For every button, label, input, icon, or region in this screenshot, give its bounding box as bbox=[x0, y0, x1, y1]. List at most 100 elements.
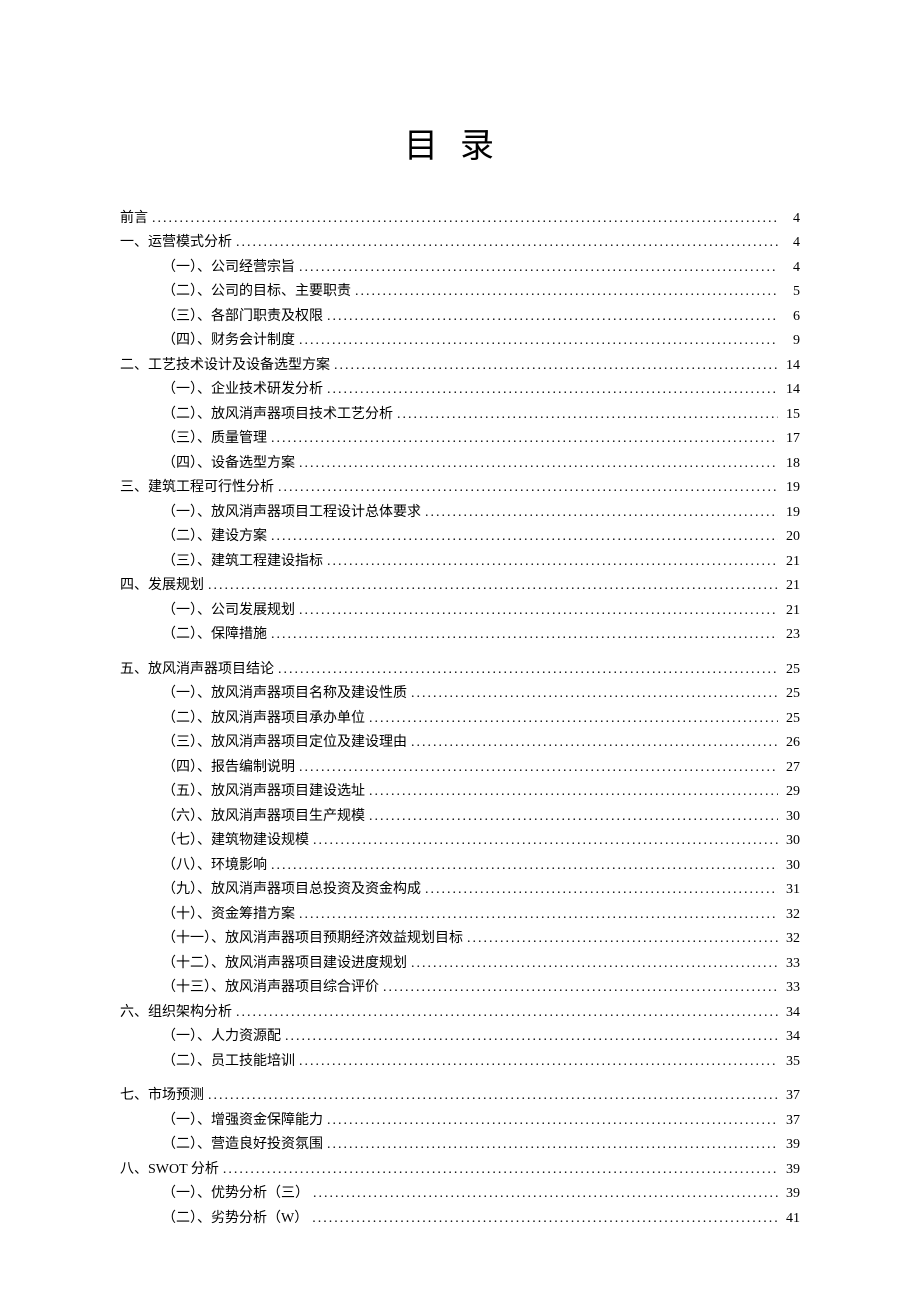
toc-entry[interactable]: （一）、优势分析（三）39 bbox=[120, 1182, 800, 1207]
toc-entry[interactable]: （一）、人力资源配34 bbox=[120, 1025, 800, 1050]
toc-entry[interactable]: （四）、财务会计制度9 bbox=[120, 329, 800, 354]
toc-entry-page: 29 bbox=[782, 780, 800, 805]
toc-entry-leader bbox=[271, 854, 778, 879]
toc-entry[interactable]: （七）、建筑物建设规模30 bbox=[120, 829, 800, 854]
toc-entry[interactable]: （四）、设备选型方案18 bbox=[120, 452, 800, 477]
toc-entry-leader bbox=[327, 378, 778, 403]
toc-entry[interactable]: （十）、资金筹措方案32 bbox=[120, 903, 800, 928]
toc-entry-label: （二）、公司的目标、主要职责 bbox=[162, 280, 351, 305]
toc-entry[interactable]: 六、组织架构分析34 bbox=[120, 1001, 800, 1026]
toc-entry[interactable]: （三）、各部门职责及权限6 bbox=[120, 305, 800, 330]
toc-entry-page: 20 bbox=[782, 525, 800, 550]
toc-entry-label: （二）、建设方案 bbox=[162, 525, 267, 550]
toc-entry[interactable]: 八、SWOT 分析39 bbox=[120, 1158, 800, 1183]
toc-entry-leader bbox=[208, 574, 778, 599]
toc-entry[interactable]: （五）、放风消声器项目建设选址29 bbox=[120, 780, 800, 805]
toc-entry[interactable]: （二）、营造良好投资氛围39 bbox=[120, 1133, 800, 1158]
toc-entry-leader bbox=[271, 427, 778, 452]
toc-entry[interactable]: （九）、放风消声器项目总投资及资金构成31 bbox=[120, 878, 800, 903]
toc-entry-page: 37 bbox=[782, 1109, 800, 1134]
toc-entry[interactable]: （二）、建设方案 20 bbox=[120, 525, 800, 550]
toc-entry[interactable]: （二）、放风消声器项目技术工艺分析 15 bbox=[120, 403, 800, 428]
toc-entry-label: 二、工艺技术设计及设备选型方案 bbox=[120, 354, 330, 379]
toc-entry-leader bbox=[236, 1001, 778, 1026]
toc-entry[interactable]: （一）、放风消声器项目名称及建设性质25 bbox=[120, 682, 800, 707]
toc-entry-page: 41 bbox=[782, 1207, 800, 1232]
toc-entry-leader bbox=[299, 256, 778, 281]
toc-entry[interactable]: 三、建筑工程可行性分析19 bbox=[120, 476, 800, 501]
toc-entry-leader bbox=[355, 280, 778, 305]
toc-entry-leader bbox=[313, 1182, 778, 1207]
table-of-contents: 前言4一、运营模式分析4（一）、公司经营宗旨4（二）、公司的目标、主要职责5（三… bbox=[120, 207, 800, 1232]
toc-entry-page: 30 bbox=[782, 854, 800, 879]
toc-entry-leader bbox=[397, 403, 778, 428]
page-title: 目录 bbox=[120, 118, 800, 167]
toc-entry-leader bbox=[299, 452, 778, 477]
toc-entry[interactable]: （十二）、放风消声器项目建设进度规划33 bbox=[120, 952, 800, 977]
toc-spacer bbox=[120, 648, 800, 658]
toc-entry-label: 一、运营模式分析 bbox=[120, 231, 232, 256]
toc-entry-label: 八、SWOT 分析 bbox=[120, 1158, 219, 1183]
toc-entry-page: 33 bbox=[782, 976, 800, 1001]
toc-entry[interactable]: （三）、建筑工程建设指标 21 bbox=[120, 550, 800, 575]
toc-entry[interactable]: （二）、劣势分析（W）41 bbox=[120, 1207, 800, 1232]
toc-entry-leader bbox=[411, 682, 778, 707]
toc-entry[interactable]: 二、工艺技术设计及设备选型方案 14 bbox=[120, 354, 800, 379]
toc-entry[interactable]: （一）、公司经营宗旨4 bbox=[120, 256, 800, 281]
toc-entry-leader bbox=[278, 476, 778, 501]
toc-entry-leader bbox=[467, 927, 778, 952]
toc-entry-leader bbox=[299, 599, 778, 624]
toc-entry-leader bbox=[271, 525, 778, 550]
toc-entry[interactable]: 前言4 bbox=[120, 207, 800, 232]
toc-entry-label: （十二）、放风消声器项目建设进度规划 bbox=[162, 952, 407, 977]
toc-entry[interactable]: （十三）、放风消声器项目综合评价33 bbox=[120, 976, 800, 1001]
toc-entry[interactable]: （十一）、放风消声器项目预期经济效益规划目标32 bbox=[120, 927, 800, 952]
toc-entry[interactable]: （一）、公司发展规划 21 bbox=[120, 599, 800, 624]
toc-entry[interactable]: 四、发展规划21 bbox=[120, 574, 800, 599]
toc-entry[interactable]: （一）、企业技术研发分析14 bbox=[120, 378, 800, 403]
toc-entry-label: （三）、建筑工程建设指标 bbox=[162, 550, 323, 575]
toc-entry-label: （一）、增强资金保障能力 bbox=[162, 1109, 323, 1134]
toc-entry-page: 15 bbox=[782, 403, 800, 428]
toc-entry-label: （一）、人力资源配 bbox=[162, 1025, 281, 1050]
toc-entry[interactable]: （一）、放风消声器项目工程设计总体要求19 bbox=[120, 501, 800, 526]
toc-entry[interactable]: 五、放风消声器项目结论25 bbox=[120, 658, 800, 683]
toc-entry-page: 25 bbox=[782, 658, 800, 683]
toc-entry[interactable]: （二）、放风消声器项目承办单位25 bbox=[120, 707, 800, 732]
toc-entry-page: 21 bbox=[782, 550, 800, 575]
toc-entry-leader bbox=[411, 731, 778, 756]
toc-entry[interactable]: （一）、增强资金保障能力 37 bbox=[120, 1109, 800, 1134]
toc-entry-page: 25 bbox=[782, 682, 800, 707]
toc-entry-leader bbox=[327, 305, 778, 330]
toc-entry[interactable]: 一、运营模式分析4 bbox=[120, 231, 800, 256]
toc-entry-page: 4 bbox=[782, 256, 800, 281]
toc-entry-leader bbox=[299, 329, 778, 354]
toc-entry[interactable]: 七、市场预测37 bbox=[120, 1084, 800, 1109]
toc-entry-label: 七、市场预测 bbox=[120, 1084, 204, 1109]
toc-entry-page: 17 bbox=[782, 427, 800, 452]
toc-entry-page: 39 bbox=[782, 1133, 800, 1158]
toc-entry-page: 9 bbox=[782, 329, 800, 354]
toc-entry[interactable]: （三）、放风消声器项目定位及建设理由26 bbox=[120, 731, 800, 756]
toc-entry[interactable]: （三）、质量管理17 bbox=[120, 427, 800, 452]
toc-entry[interactable]: （八）、环境影响30 bbox=[120, 854, 800, 879]
toc-entry-page: 14 bbox=[782, 354, 800, 379]
toc-entry-page: 21 bbox=[782, 599, 800, 624]
toc-entry[interactable]: （二）、公司的目标、主要职责5 bbox=[120, 280, 800, 305]
toc-entry-leader bbox=[271, 623, 778, 648]
toc-entry-page: 19 bbox=[782, 476, 800, 501]
toc-entry-label: （一）、公司发展规划 bbox=[162, 599, 295, 624]
toc-entry[interactable]: （六）、放风消声器项目生产规模30 bbox=[120, 805, 800, 830]
toc-entry-page: 19 bbox=[782, 501, 800, 526]
toc-entry-label: （十一）、放风消声器项目预期经济效益规划目标 bbox=[162, 927, 463, 952]
toc-entry-label: （二）、放风消声器项目技术工艺分析 bbox=[162, 403, 393, 428]
toc-entry-leader bbox=[285, 1025, 778, 1050]
toc-entry-leader bbox=[411, 952, 778, 977]
toc-entry-page: 30 bbox=[782, 829, 800, 854]
toc-entry[interactable]: （二）、员工技能培训35 bbox=[120, 1050, 800, 1075]
toc-entry[interactable]: （二）、保障措施23 bbox=[120, 623, 800, 648]
toc-entry-leader bbox=[299, 1050, 778, 1075]
toc-entry-leader bbox=[299, 756, 778, 781]
toc-entry[interactable]: （四）、报告编制说明27 bbox=[120, 756, 800, 781]
toc-entry-page: 30 bbox=[782, 805, 800, 830]
